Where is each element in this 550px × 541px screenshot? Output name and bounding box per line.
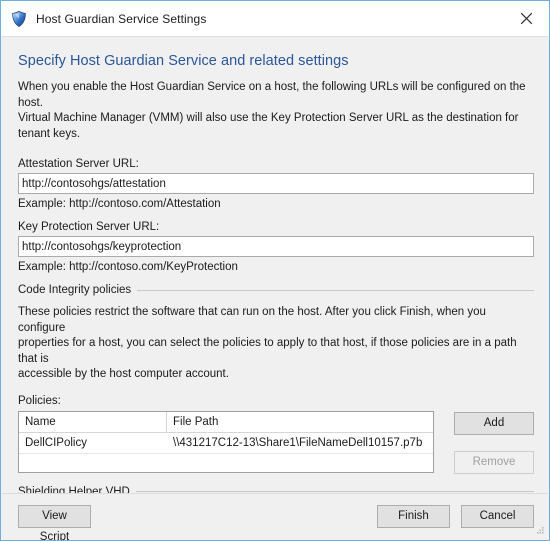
shielding-helper-group-header: Shielding Helper VHD — [18, 485, 534, 494]
cancel-button[interactable]: Cancel — [461, 505, 534, 528]
attestation-example-hint: Example: http://contoso.com/Attestation — [18, 198, 221, 210]
attestation-server-url-input[interactable] — [18, 173, 534, 194]
code-integrity-description-line-3: accessible by the host computer account. — [18, 368, 229, 380]
cell-policy-name: DellCIPolicy — [25, 436, 87, 449]
page-title: Specify Host Guardian Service and relate… — [18, 53, 349, 69]
table-row[interactable]: DellCIPolicy \\431217C12-13\Share1\FileN… — [19, 433, 433, 454]
view-script-button[interactable]: View Script — [18, 505, 91, 540]
code-integrity-description: These policies restrict the software tha… — [18, 305, 534, 383]
code-integrity-group-title: Code Integrity policies — [18, 284, 132, 296]
shield-icon — [12, 10, 26, 27]
host-guardian-service-settings-dialog: Host Guardian Service Settings Specify H… — [0, 0, 550, 541]
code-integrity-policies-group: Code Integrity policies These policies r… — [18, 284, 534, 474]
policies-table-row: Name File Path DellCIPolicy \\431217C12-… — [18, 410, 534, 474]
resize-grip-icon[interactable] — [533, 525, 545, 537]
close-icon[interactable] — [504, 1, 549, 35]
key-protection-example-hint: Example: http://contoso.com/KeyProtectio… — [18, 261, 238, 273]
code-integrity-description-line-1: These policies restrict the software tha… — [18, 306, 486, 334]
key-protection-server-url-input[interactable] — [18, 236, 534, 257]
policies-label: Policies: — [18, 394, 61, 407]
footer-primary-actions: Finish Cancel — [377, 505, 534, 528]
finish-button[interactable]: Finish — [377, 505, 450, 528]
policies-table[interactable]: Name File Path DellCIPolicy \\431217C12-… — [18, 410, 434, 473]
dialog-footer: View Script Finish Cancel — [2, 493, 548, 540]
policies-side-buttons: Add Remove — [454, 411, 534, 474]
title-bar: Host Guardian Service Settings — [1, 1, 549, 36]
window-title: Host Guardian Service Settings — [36, 11, 207, 26]
group-divider — [137, 289, 534, 291]
group-divider — [135, 491, 534, 492]
shielding-helper-vhd-group: Shielding Helper VHD Select a VHD that V… — [18, 485, 534, 494]
key-protection-server-url-label: Key Protection Server URL: — [18, 221, 160, 233]
attestation-server-url-label: Attestation Server URL: — [18, 158, 139, 170]
code-integrity-description-line-2: properties for a host, you can select th… — [18, 337, 517, 365]
policies-table-header: Name File Path — [19, 411, 433, 433]
close-glyph — [520, 12, 533, 24]
column-header-file-path[interactable]: File Path — [167, 411, 433, 432]
add-policy-button[interactable]: Add — [454, 411, 534, 435]
column-header-name[interactable]: Name — [19, 411, 167, 432]
intro-line-1: When you enable the Host Guardian Servic… — [18, 81, 526, 109]
dialog-body: Specify Host Guardian Service and relate… — [2, 36, 548, 493]
remove-policy-button[interactable]: Remove — [454, 450, 534, 474]
code-integrity-group-header: Code Integrity policies — [18, 284, 534, 296]
policies-table-empty-space — [19, 453, 433, 472]
cell-policy-file-path: \\431217C12-13\Share1\FileNameDell10157.… — [173, 436, 423, 449]
intro-line-2: Virtual Machine Manager (VMM) will also … — [18, 112, 519, 140]
intro-paragraph: When you enable the Host Guardian Servic… — [18, 80, 534, 142]
shielding-helper-group-title: Shielding Helper VHD — [18, 485, 130, 494]
